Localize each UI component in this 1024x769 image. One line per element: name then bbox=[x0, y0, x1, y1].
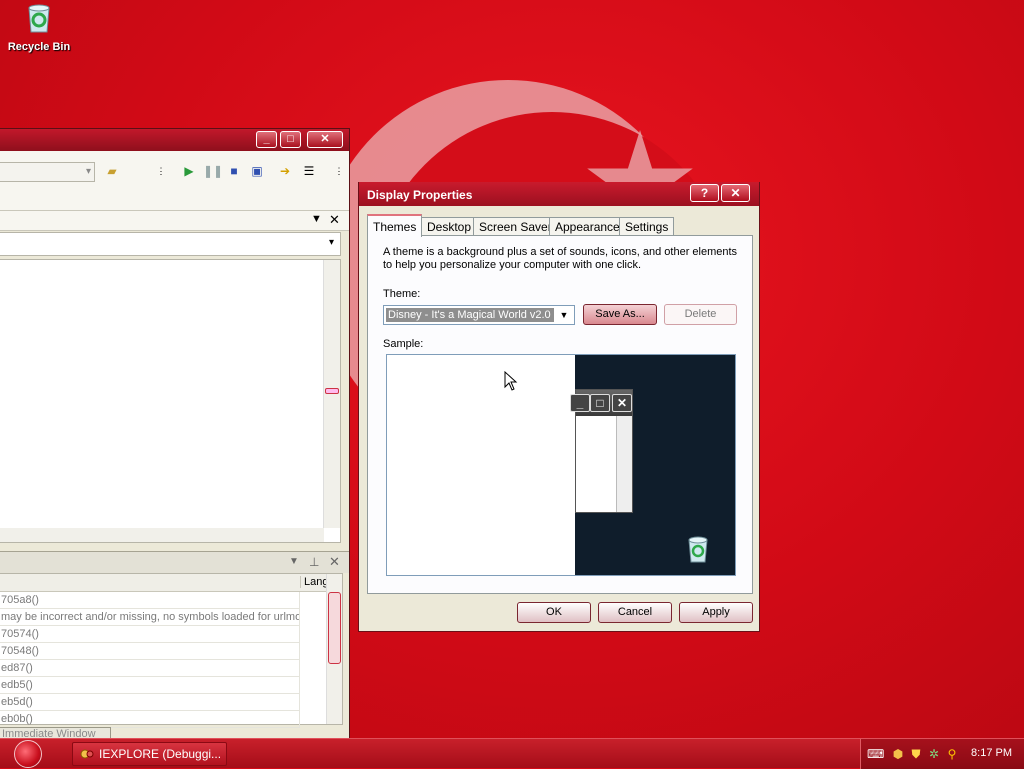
cancel-button[interactable]: Cancel bbox=[598, 602, 672, 623]
minimize-button[interactable]: _ bbox=[256, 131, 277, 148]
tab-themes[interactable]: Themes bbox=[367, 214, 423, 237]
start-orb-icon bbox=[14, 740, 42, 768]
table-row[interactable]: eb0b() bbox=[0, 711, 300, 728]
theme-description: A theme is a background plus a set of so… bbox=[383, 246, 738, 271]
document-close-icon[interactable]: ✕ bbox=[329, 212, 340, 228]
tab-screen-saver[interactable]: Screen Saver bbox=[473, 217, 558, 236]
dialog-titlebar[interactable]: Display Properties ? ✕ bbox=[359, 182, 759, 206]
debugger-titlebar[interactable]: _ □ ✕ bbox=[0, 129, 349, 151]
column-header-language[interactable]: Lang bbox=[300, 576, 328, 588]
toolbar-overflow-icon-2[interactable]: ⋮ bbox=[332, 164, 346, 178]
table-header: Lang bbox=[0, 574, 342, 592]
recycle-bin-icon bbox=[28, 4, 50, 33]
maximize-button[interactable]: □ bbox=[280, 131, 301, 148]
debugger-icon bbox=[80, 749, 94, 759]
table-row[interactable]: 70574() bbox=[0, 626, 300, 643]
help-button[interactable]: ? bbox=[690, 184, 719, 202]
search-icon[interactable]: ⚲ bbox=[945, 747, 959, 761]
step-into-icon[interactable]: ☰ bbox=[302, 164, 316, 178]
debugger-window: _ □ ✕ ▰ ⋮ ▶ ❚❚ ■ ▣ ➔ ☰ ⋮ ▼ ✕ ▼ ⊥ ✕ bbox=[0, 128, 350, 738]
code-editor[interactable] bbox=[0, 259, 341, 543]
tab-appearance[interactable]: Appearance bbox=[549, 217, 626, 236]
clock[interactable]: 8:17 PM bbox=[971, 747, 1012, 759]
dialog-title: Display Properties bbox=[367, 188, 473, 202]
taskbar-item-iexplore[interactable]: IEXPLORE (Debuggi... bbox=[72, 742, 227, 766]
network-icon[interactable]: ⬢ bbox=[891, 747, 905, 761]
chevron-down-icon[interactable]: ▼ bbox=[556, 308, 572, 322]
call-stack-panel-header: ▼ ⊥ ✕ bbox=[0, 551, 349, 573]
desktop-icon-recycle-bin[interactable]: Recycle Bin bbox=[6, 2, 72, 53]
close-icon: ✕ bbox=[612, 394, 632, 412]
tab-desktop[interactable]: Desktop bbox=[421, 217, 478, 236]
restart-icon[interactable]: ▣ bbox=[250, 164, 264, 178]
close-button[interactable]: ✕ bbox=[307, 131, 343, 148]
table-vertical-scrollbar[interactable] bbox=[326, 574, 342, 724]
panel-close-icon[interactable]: ✕ bbox=[329, 554, 340, 570]
taskbar: IEXPLORE (Debuggi... ⌨ ⬢ ⛊ ✲ ⚲ 8:17 PM bbox=[0, 738, 1024, 769]
recycle-bin-icon bbox=[688, 536, 708, 563]
keyboard-icon[interactable]: ⌨ bbox=[867, 747, 884, 761]
table-row[interactable]: may be incorrect and/or missing, no symb… bbox=[0, 609, 300, 626]
shield-icon[interactable]: ⛊ bbox=[909, 747, 923, 761]
sample-window-scrollbar bbox=[616, 416, 632, 512]
table-row[interactable]: 70548() bbox=[0, 643, 300, 660]
debugger-toolbar: ▰ ⋮ ▶ ❚❚ ■ ▣ ➔ ☰ ⋮ bbox=[0, 151, 349, 211]
apply-button[interactable]: Apply bbox=[679, 602, 753, 623]
table-row[interactable]: ed87() bbox=[0, 660, 300, 677]
display-properties-dialog: Display Properties ? ✕ Themes Desktop Sc… bbox=[358, 182, 760, 632]
ok-button[interactable]: OK bbox=[517, 602, 591, 623]
code-vertical-scrollbar[interactable] bbox=[323, 260, 340, 528]
save-as-button[interactable]: Save As... bbox=[583, 304, 657, 325]
document-member-combo[interactable] bbox=[0, 232, 341, 256]
open-folder-icon[interactable]: ▰ bbox=[105, 164, 119, 178]
theme-label: Theme: bbox=[383, 288, 421, 300]
toolbar-overflow-icon[interactable]: ⋮ bbox=[154, 164, 168, 178]
sample-window: _ □ ✕ bbox=[570, 389, 633, 513]
theme-select[interactable]: Disney - It's a Magical World v2.0 ▼ bbox=[383, 305, 575, 325]
maximize-icon: □ bbox=[590, 394, 610, 412]
desktop-icon-label: Recycle Bin bbox=[7, 41, 71, 53]
themes-tab-panel: A theme is a background plus a set of so… bbox=[367, 235, 753, 594]
theme-sample-preview: _ □ ✕ bbox=[386, 354, 736, 576]
start-button[interactable] bbox=[4, 739, 60, 769]
mouse-cursor-icon bbox=[504, 371, 518, 391]
tab-immediate-window[interactable]: Immediate Window bbox=[0, 727, 111, 738]
panel-dropdown-icon[interactable]: ▼ bbox=[289, 556, 299, 567]
show-next-statement-icon[interactable]: ➔ bbox=[278, 164, 292, 178]
document-tab-header: ▼ ✕ bbox=[0, 211, 349, 231]
table-row[interactable]: edb5() bbox=[0, 677, 300, 694]
code-horizontal-scrollbar[interactable] bbox=[0, 528, 324, 542]
call-stack-table: Lang 705a8() may be incorrect and/or mis… bbox=[0, 573, 343, 728]
delete-button[interactable]: Delete bbox=[664, 304, 737, 325]
sample-label: Sample: bbox=[383, 338, 424, 350]
desktop: Recycle Bin _ □ ✕ ▰ ⋮ ▶ ❚❚ ■ ▣ ➔ ☰ ⋮ ▼ ✕ bbox=[0, 0, 1024, 738]
sample-window-titlebar: _ □ ✕ bbox=[570, 390, 632, 416]
stop-icon[interactable]: ■ bbox=[227, 164, 241, 178]
close-button[interactable]: ✕ bbox=[721, 184, 750, 202]
system-tray: ⌨ ⬢ ⛊ ✲ ⚲ 8:17 PM bbox=[860, 739, 1024, 769]
table-row[interactable]: eb5d() bbox=[0, 694, 300, 711]
taskbar-item-label: IEXPLORE (Debuggi... bbox=[99, 747, 222, 761]
pin-icon[interactable]: ⊥ bbox=[309, 555, 319, 569]
continue-icon[interactable]: ▶ bbox=[182, 164, 196, 178]
tab-settings[interactable]: Settings bbox=[619, 217, 675, 236]
antivirus-icon[interactable]: ✲ bbox=[927, 747, 941, 761]
pause-icon[interactable]: ❚❚ bbox=[203, 164, 223, 178]
document-dropdown-icon[interactable]: ▼ bbox=[311, 213, 322, 225]
minimize-icon: _ bbox=[570, 394, 590, 412]
table-row[interactable]: 705a8() bbox=[0, 592, 300, 609]
toolbar-combo[interactable] bbox=[0, 162, 95, 182]
theme-selected-value: Disney - It's a Magical World v2.0 bbox=[386, 308, 554, 322]
